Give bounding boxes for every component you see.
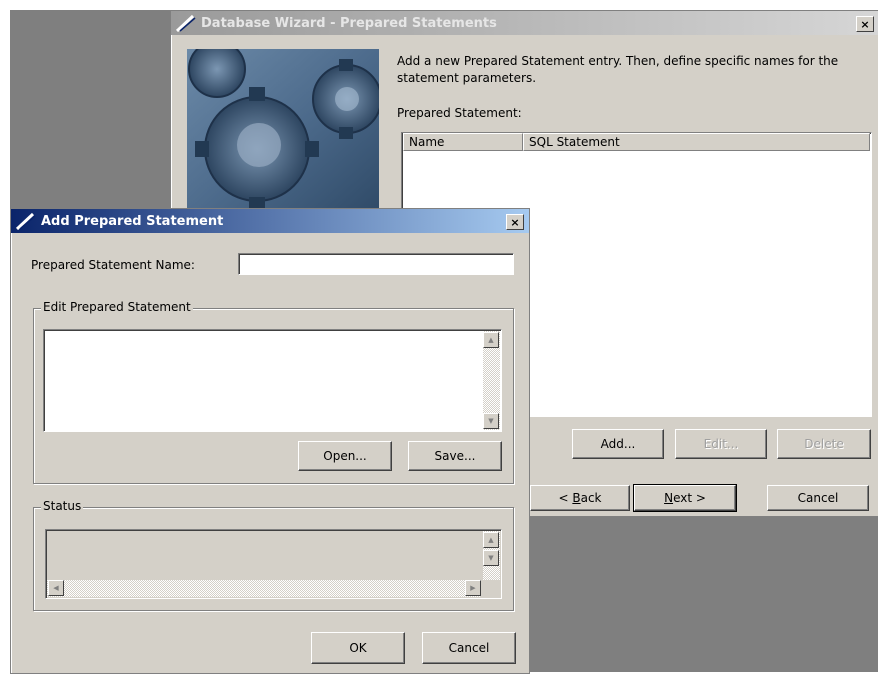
wizard-title: Database Wizard - Prepared Statements <box>201 15 497 31</box>
triangle-up-icon[interactable]: ▲ <box>483 332 499 348</box>
dialog-close-button[interactable]: × <box>506 214 524 230</box>
statement-name-label: Prepared Statement Name: <box>31 258 195 272</box>
column-header-name[interactable]: Name <box>403 133 523 151</box>
wizard-description: Add a new Prepared Statement entry. Then… <box>397 54 839 85</box>
dialog-titlebar[interactable]: Add Prepared Statement × <box>11 209 529 233</box>
triangle-left-icon[interactable]: ◀ <box>48 580 64 596</box>
statement-name-input[interactable] <box>238 253 514 275</box>
statement-editor[interactable]: ▲ ▼ <box>43 329 502 432</box>
slash-logo-icon <box>15 212 36 230</box>
triangle-down-icon[interactable]: ▼ <box>483 413 499 429</box>
status-horizontal-scrollbar[interactable] <box>47 580 481 597</box>
triangle-right-icon[interactable]: ▶ <box>465 580 481 596</box>
wizard-close-button[interactable]: × <box>856 16 874 32</box>
triangle-up-icon[interactable]: ▲ <box>483 532 499 548</box>
status-group-label: Status <box>41 499 84 513</box>
next-button[interactable]: Next > <box>633 484 737 512</box>
close-icon: × <box>860 17 870 31</box>
gear-illustration <box>187 49 379 219</box>
ok-button[interactable]: OK <box>311 632 405 664</box>
open-button[interactable]: Open... <box>298 441 392 471</box>
save-button[interactable]: Save... <box>408 441 502 471</box>
add-prepared-statement-dialog: Add Prepared Statement × Prepared Statem… <box>10 208 530 674</box>
wizard-cancel-button[interactable]: Cancel <box>767 485 869 511</box>
triangle-down-icon[interactable]: ▼ <box>483 550 499 566</box>
status-output[interactable]: ▲ ▼ ◀ ▶ <box>45 529 502 599</box>
add-button[interactable]: Add... <box>572 429 664 459</box>
wizard-titlebar[interactable]: Database Wizard - Prepared Statements × <box>171 11 878 35</box>
prepared-statement-list-label: Prepared Statement: <box>397 106 522 120</box>
dialog-cancel-button[interactable]: Cancel <box>422 632 516 664</box>
column-header-sql-statement[interactable]: SQL Statement <box>523 133 870 151</box>
dialog-title: Add Prepared Statement <box>41 213 224 229</box>
delete-button[interactable]: Delete <box>777 429 871 459</box>
edit-button[interactable]: Edit... <box>675 429 767 459</box>
slash-logo-icon <box>175 14 196 32</box>
back-button[interactable]: < Back <box>530 485 630 511</box>
edit-statement-group-label: Edit Prepared Statement <box>41 300 193 314</box>
close-icon: × <box>510 215 520 229</box>
